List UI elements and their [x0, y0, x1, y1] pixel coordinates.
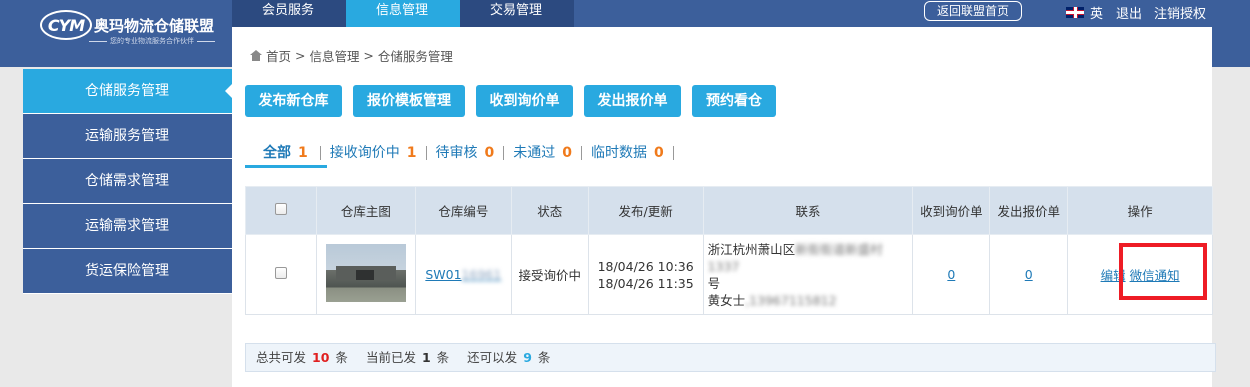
breadcrumb: 首页 > 信息管理 > 仓储服务管理: [250, 46, 453, 65]
code-cell: SW0116961: [414, 234, 512, 315]
col-header-contact: 联系: [702, 186, 914, 235]
sidebar: 仓储服务管理 运输服务管理 仓储需求管理 运输需求管理 货运保险管理: [23, 69, 233, 294]
breadcrumb-home[interactable]: 首页: [266, 46, 291, 65]
col-header-operations: 操作: [1067, 186, 1213, 235]
filter-label: 全部: [263, 145, 291, 161]
sidebar-item-transport-demand[interactable]: 运输需求管理: [23, 204, 232, 249]
col-header-status: 状态: [510, 186, 589, 235]
active-tab-indicator: [245, 165, 327, 168]
breadcrumb-separator: >: [291, 48, 310, 63]
filter-label: 接收询价中: [329, 145, 400, 161]
filter-label: 待审核: [435, 145, 478, 161]
sent-unit: 条: [436, 350, 450, 365]
back-to-home-button[interactable]: 返回联盟首页: [924, 1, 1022, 21]
filter-divider: [672, 146, 674, 160]
nav-tab-member-service[interactable]: 会员服务: [232, 0, 346, 27]
contact-person: 黄女士,13967115812: [708, 292, 913, 309]
select-all-checkbox[interactable]: [274, 203, 287, 215]
nav-tab-trade-management[interactable]: 交易管理: [460, 0, 574, 27]
col-header-inquiries: 收到询价单: [912, 186, 991, 235]
filter-count: 0: [562, 145, 572, 161]
warehouse-thumbnail[interactable]: [325, 244, 406, 302]
logo-mark: CYM: [40, 10, 92, 40]
contact-cell: 浙江杭州萧山区新街街道新盛村1337 号 黄女士,13967115812: [702, 234, 914, 315]
publish-warehouse-button[interactable]: 发布新仓库: [245, 85, 342, 117]
filter-tab-receiving-inquiries[interactable]: 接收询价中 1: [321, 142, 426, 164]
breadcrumb-separator: >: [359, 48, 378, 63]
address-text: 浙江杭州萧山区: [707, 241, 796, 257]
table-row: SW0116961 接受询价中 18/04/26 10:36 18/04/26 …: [245, 234, 1213, 315]
phone-blurred: ,13967115812: [745, 292, 837, 308]
total-value: 10: [312, 350, 330, 365]
filter-tab-all[interactable]: 全部 1: [245, 142, 320, 164]
col-header-image: 仓库主图: [315, 186, 416, 235]
filter-count: 1: [298, 145, 308, 161]
logo-slogan: 您的专业物流服务合作伙伴: [86, 36, 216, 46]
filter-label: 临时数据: [591, 145, 647, 161]
publish-update-cell: 18/04/26 10:36 18/04/26 11:35: [587, 234, 704, 315]
remaining-value: 9: [523, 350, 532, 365]
quotes-cell: 0: [989, 234, 1069, 315]
quota-summary: 总共可发 10 条当前已发 1 条还可以发 9 条: [245, 343, 1216, 372]
filter-count: 1: [406, 145, 417, 161]
book-viewing-button[interactable]: 预约看仓: [692, 85, 776, 117]
filter-tab-rejected[interactable]: 未通过 0: [504, 142, 581, 164]
sidebar-item-cargo-insurance[interactable]: 货运保险管理: [23, 249, 232, 294]
logo-name: 奥玛物流仓储联盟: [94, 16, 215, 35]
status-filter-tabs: 全部 1 接收询价中 1 待审核 0 未通过 0 临时数据 0: [245, 138, 674, 168]
contact-address: 浙江杭州萧山区新街街道新盛村1337: [708, 241, 913, 275]
home-icon: [250, 50, 262, 61]
select-all-cell: [245, 186, 317, 235]
sidebar-item-transport-service[interactable]: 运输服务管理: [23, 114, 232, 159]
row-checkbox[interactable]: [274, 267, 287, 279]
col-header-code: 仓库编号: [414, 186, 512, 235]
filter-label: 未通过: [513, 145, 556, 161]
filter-tab-temporary-data[interactable]: 临时数据 0: [582, 142, 673, 164]
sent-label: 当前已发: [365, 350, 416, 365]
breadcrumb-info-management[interactable]: 信息管理: [309, 46, 359, 65]
row-select-cell: [245, 234, 317, 315]
nav-tab-info-management[interactable]: 信息管理: [346, 0, 460, 27]
logout-link[interactable]: 退出: [1116, 3, 1142, 22]
language-switch[interactable]: 英: [1066, 3, 1103, 22]
inquiries-count-link[interactable]: 0: [947, 267, 955, 282]
sidebar-item-warehouse-service[interactable]: 仓储服务管理: [23, 69, 233, 114]
published-time: 18/04/26 10:36: [597, 258, 694, 274]
col-header-publish-update: 发布/更新: [587, 186, 704, 235]
contact-address-end: 号: [707, 275, 721, 291]
sidebar-item-warehouse-demand[interactable]: 仓储需求管理: [23, 159, 232, 204]
uk-flag-icon: [1066, 7, 1084, 18]
breadcrumb-current: 仓储服务管理: [377, 49, 453, 64]
total-label: 总共可发: [256, 350, 307, 365]
code-blurred: 16961: [461, 267, 502, 282]
received-inquiries-button[interactable]: 收到询价单: [476, 85, 573, 117]
inquiries-cell: 0: [912, 234, 991, 315]
code-visible: SW01: [425, 267, 462, 282]
status-cell: 接受询价中: [510, 234, 589, 315]
remaining-label: 还可以发: [467, 350, 518, 365]
quote-template-button[interactable]: 报价模板管理: [353, 85, 465, 117]
cancel-auth-link[interactable]: 注销授权: [1154, 3, 1206, 22]
warehouse-code-link[interactable]: SW0116961: [425, 267, 501, 282]
filter-count: 0: [654, 145, 664, 161]
quotes-count-link[interactable]: 0: [1025, 267, 1033, 282]
action-toolbar: 发布新仓库 报价模板管理 收到询价单 发出报价单 预约看仓: [245, 85, 787, 117]
sent-value: 1: [421, 350, 431, 365]
person-name: 黄女士: [707, 292, 746, 308]
filter-tab-pending-review[interactable]: 待审核 0: [427, 142, 504, 164]
filter-count: 0: [484, 145, 495, 161]
table-header-row: 仓库主图 仓库编号 状态 发布/更新 联系 收到询价单 发出报价单 操作: [245, 186, 1213, 235]
image-cell: [315, 234, 416, 315]
highlight-box: [1119, 243, 1207, 300]
warehouse-table: 仓库主图 仓库编号 状态 发布/更新 联系 收到询价单 发出报价单 操作 SW0…: [245, 186, 1213, 315]
language-label: 英: [1090, 7, 1104, 22]
sent-quotes-button[interactable]: 发出报价单: [584, 85, 681, 117]
total-unit: 条: [335, 350, 348, 365]
col-header-quotes: 发出报价单: [989, 186, 1069, 235]
updated-time: 18/04/26 11:35: [597, 275, 694, 291]
remaining-unit: 条: [537, 350, 551, 365]
